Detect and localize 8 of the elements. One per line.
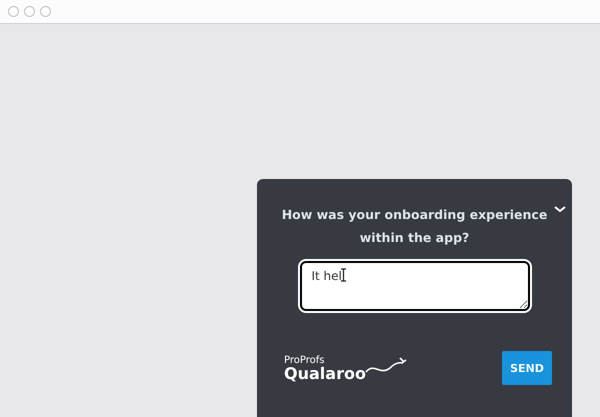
chevron-down-icon[interactable] [554, 205, 566, 213]
window-control[interactable] [24, 6, 35, 17]
window-control[interactable] [8, 6, 19, 17]
answer-field[interactable]: It hel [300, 261, 530, 311]
window-control[interactable] [40, 6, 51, 17]
brand-logo: ProProfs Qualaroo [284, 354, 408, 382]
text-cursor-icon [340, 268, 346, 282]
survey-question: How was your onboarding experience within the app? [282, 206, 548, 247]
